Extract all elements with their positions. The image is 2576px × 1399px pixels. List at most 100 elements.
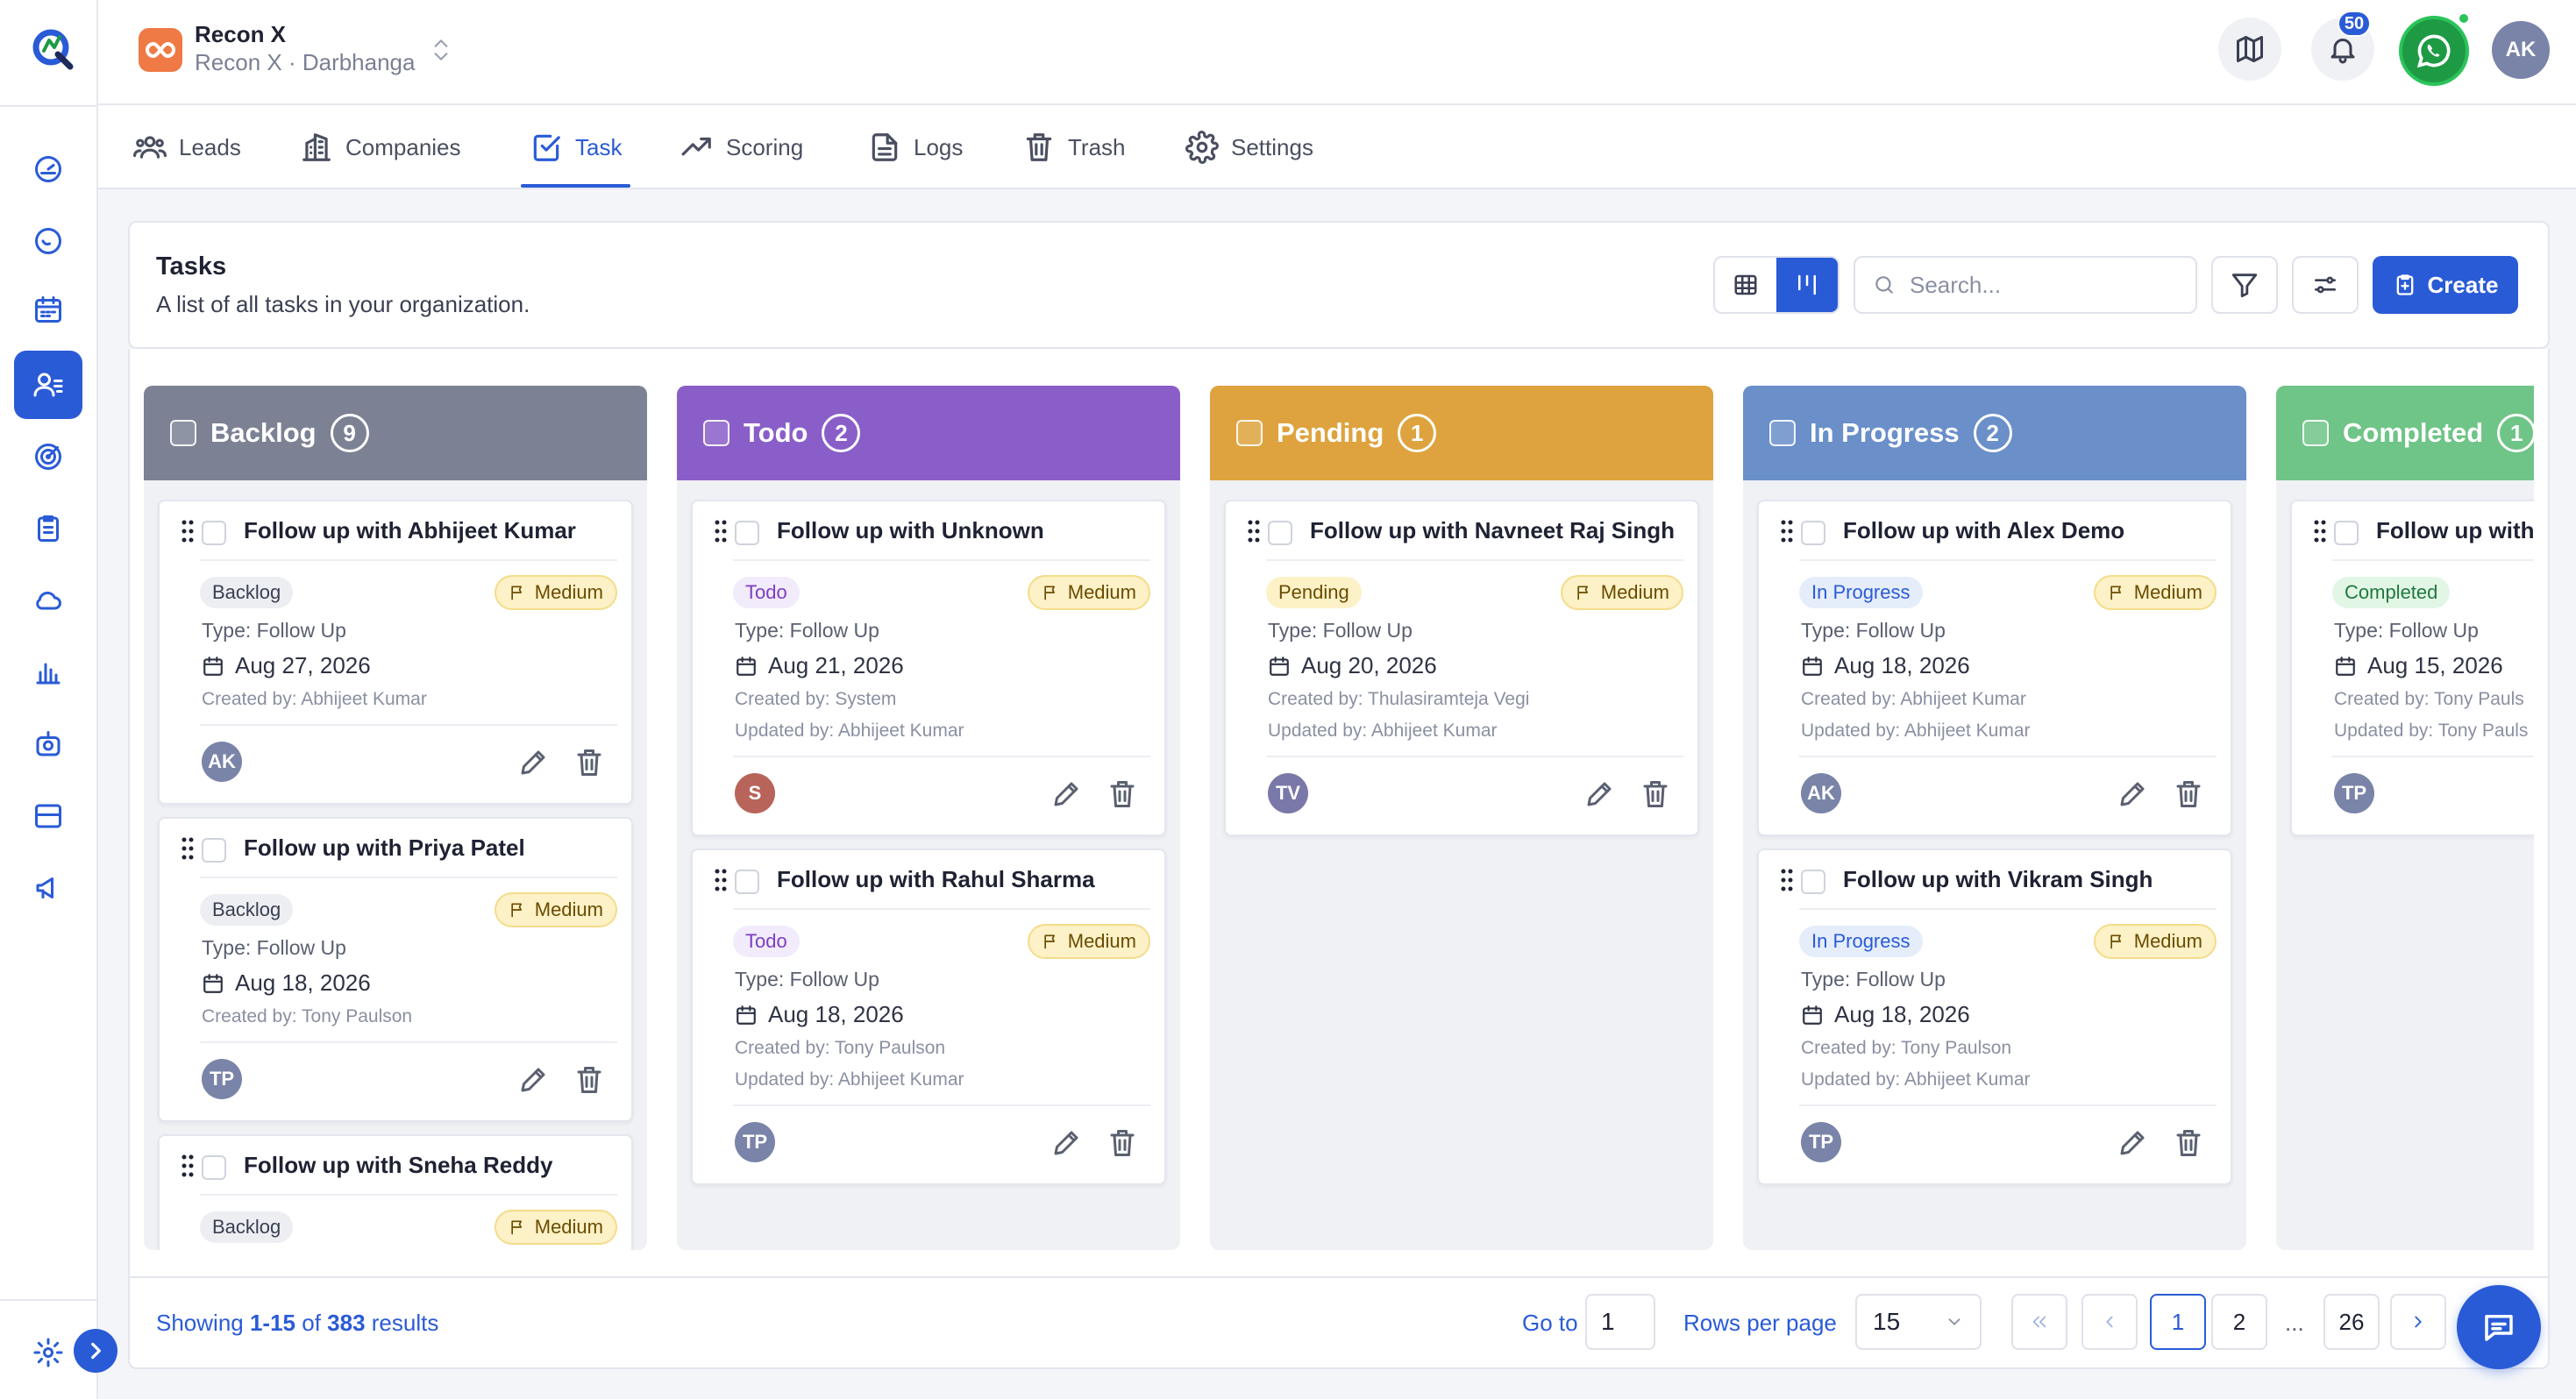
- tab-settings[interactable]: Settings: [1185, 105, 1313, 189]
- prev-page-button[interactable]: [2081, 1294, 2138, 1350]
- task-card[interactable]: Follow up with Unknown Todo Medium Type:…: [691, 500, 1166, 836]
- filter-button[interactable]: [2211, 256, 2278, 314]
- task-checkbox[interactable]: [202, 1155, 226, 1180]
- sidebar-item-calendar[interactable]: [14, 275, 82, 344]
- sidebar-expand-button[interactable]: [74, 1329, 117, 1373]
- task-checkbox[interactable]: [735, 870, 759, 894]
- sidebar-item-cloud[interactable]: [14, 566, 82, 635]
- rows-per-page-select[interactable]: 15: [1855, 1294, 1982, 1350]
- task-checkbox[interactable]: [1268, 521, 1292, 545]
- trash-icon[interactable]: [573, 747, 605, 778]
- sidebar-item-contacts[interactable]: [14, 351, 82, 419]
- edit-icon[interactable]: [2117, 1127, 2148, 1159]
- task-card[interactable]: Follow up with Alex Demo In Progress Med…: [1757, 500, 2232, 836]
- column-select-checkbox[interactable]: [1769, 420, 1796, 446]
- page-button-1[interactable]: 1: [2150, 1294, 2206, 1350]
- drag-handle-icon[interactable]: [2313, 519, 2327, 543]
- sidebar-item-reports[interactable]: [14, 638, 82, 707]
- edit-icon[interactable]: [517, 747, 549, 778]
- date-text: Aug 18, 2026: [235, 969, 371, 996]
- sidebar-item-dashboard[interactable]: [14, 135, 82, 203]
- tab-task[interactable]: Task: [520, 105, 631, 189]
- trash-icon[interactable]: [1107, 1127, 1138, 1159]
- sidebar-item-layout[interactable]: [14, 782, 82, 850]
- org-switch-icon[interactable]: [430, 35, 452, 65]
- status-badge: In Progress: [1799, 577, 1923, 608]
- task-checkbox[interactable]: [1801, 521, 1825, 545]
- drag-handle-icon[interactable]: [1780, 519, 1794, 543]
- column-select-checkbox[interactable]: [170, 420, 196, 446]
- task-checkbox[interactable]: [2334, 521, 2359, 545]
- tab-trash[interactable]: Trash: [1022, 105, 1126, 189]
- search-input[interactable]: [1910, 271, 2155, 299]
- create-task-button[interactable]: Create: [2373, 256, 2518, 314]
- task-card[interactable]: Follow up with Rahul Sharma Todo Medium …: [691, 849, 1166, 1185]
- first-page-button[interactable]: [2011, 1294, 2067, 1350]
- column-select-checkbox[interactable]: [1236, 420, 1263, 446]
- kanban-view-button[interactable]: [1776, 258, 1838, 312]
- tab-leads[interactable]: Leads: [133, 105, 241, 189]
- edit-icon[interactable]: [1583, 778, 1615, 810]
- assignee-avatar[interactable]: AK: [1801, 773, 1841, 813]
- drag-handle-icon[interactable]: [181, 1154, 195, 1178]
- trash-icon[interactable]: [1640, 778, 1671, 810]
- map-button[interactable]: [2218, 18, 2281, 81]
- drag-handle-icon[interactable]: [714, 519, 728, 543]
- assignee-avatar[interactable]: AK: [202, 742, 242, 782]
- org-logo[interactable]: [139, 28, 182, 72]
- user-avatar[interactable]: AK: [2492, 21, 2550, 79]
- sidebar-item-campaigns[interactable]: [14, 854, 82, 922]
- drag-handle-icon[interactable]: [181, 519, 195, 543]
- sidebar-item-settings[interactable]: [14, 1318, 82, 1387]
- task-card[interactable]: Follow up with Vikram Singh In Progress …: [1757, 849, 2232, 1185]
- app-logo[interactable]: [28, 21, 77, 77]
- column-header: Todo 2: [677, 386, 1180, 480]
- table-view-button[interactable]: [1715, 258, 1776, 312]
- whatsapp-button[interactable]: [2399, 16, 2469, 86]
- tab-logs[interactable]: Logs: [868, 105, 963, 189]
- sidebar-item-bot[interactable]: [14, 710, 82, 778]
- edit-icon[interactable]: [517, 1064, 549, 1096]
- view-options-button[interactable]: [2292, 256, 2359, 314]
- task-checkbox[interactable]: [1801, 870, 1825, 894]
- trash-icon[interactable]: [1107, 778, 1138, 810]
- tab-scoring[interactable]: Scoring: [680, 105, 803, 189]
- drag-handle-icon[interactable]: [1247, 519, 1261, 543]
- assignee-avatar[interactable]: TP: [2334, 773, 2374, 813]
- assignee-avatar[interactable]: TP: [1801, 1122, 1841, 1162]
- assignee-avatar[interactable]: TP: [202, 1059, 242, 1099]
- trash-icon[interactable]: [2173, 778, 2204, 810]
- search-box[interactable]: [1854, 256, 2197, 314]
- drag-handle-icon[interactable]: [1780, 868, 1794, 892]
- assignee-avatar[interactable]: S: [735, 773, 775, 813]
- task-card[interactable]: Follow up with Abhijeet Kumar Backlog Me…: [158, 500, 633, 805]
- page-button-2[interactable]: 2: [2211, 1294, 2267, 1350]
- sidebar-item-clipboard[interactable]: [14, 494, 82, 563]
- task-checkbox[interactable]: [202, 838, 226, 863]
- task-checkbox[interactable]: [202, 521, 226, 545]
- org-name[interactable]: Recon X: [195, 21, 286, 48]
- trash-icon[interactable]: [573, 1064, 605, 1096]
- assignee-avatar[interactable]: TV: [1268, 773, 1308, 813]
- edit-icon[interactable]: [2117, 778, 2148, 810]
- goto-page-input[interactable]: 1: [1585, 1294, 1655, 1350]
- task-card[interactable]: Follow up with A Completed Type: Follow …: [2290, 500, 2534, 836]
- next-page-button[interactable]: [2390, 1294, 2446, 1350]
- column-select-checkbox[interactable]: [2302, 420, 2329, 446]
- assignee-avatar[interactable]: TP: [735, 1122, 775, 1162]
- tab-companies[interactable]: Companies: [300, 105, 461, 189]
- edit-icon[interactable]: [1050, 778, 1082, 810]
- page-button-26[interactable]: 26: [2323, 1294, 2380, 1350]
- drag-handle-icon[interactable]: [714, 868, 728, 892]
- sidebar-item-targets[interactable]: [14, 423, 82, 491]
- task-card[interactable]: Follow up with Priya Patel Backlog Mediu…: [158, 817, 633, 1122]
- task-checkbox[interactable]: [735, 521, 759, 545]
- task-card[interactable]: Follow up with Sneha Reddy Backlog Mediu…: [158, 1134, 633, 1250]
- column-select-checkbox[interactable]: [703, 420, 729, 446]
- support-chat-button[interactable]: [2457, 1285, 2541, 1369]
- drag-handle-icon[interactable]: [181, 836, 195, 861]
- trash-icon[interactable]: [2173, 1127, 2204, 1159]
- sidebar-item-chat[interactable]: [14, 207, 82, 275]
- edit-icon[interactable]: [1050, 1127, 1082, 1159]
- task-card[interactable]: Follow up with Navneet Raj Singh Pending…: [1224, 500, 1699, 836]
